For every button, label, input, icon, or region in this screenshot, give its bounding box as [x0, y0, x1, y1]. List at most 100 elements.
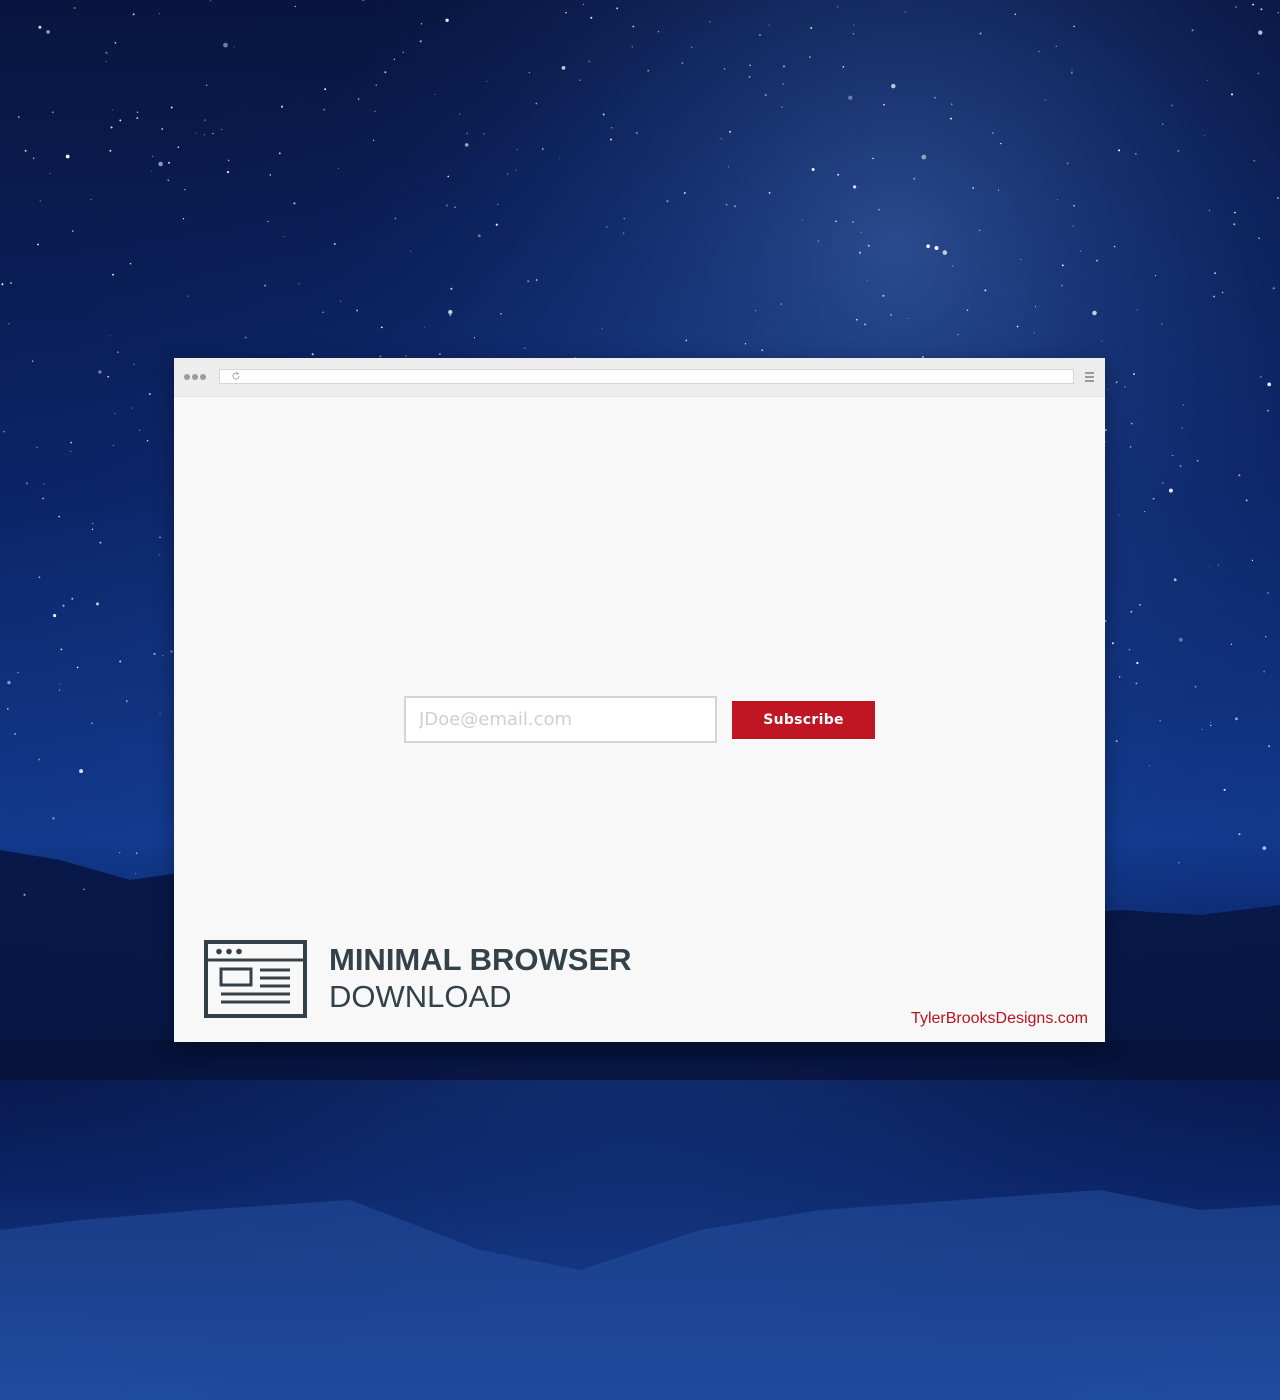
star [466, 132, 468, 134]
star [322, 311, 324, 314]
star [1095, 259, 1099, 262]
star [755, 310, 757, 312]
credit-link[interactable]: TylerBrooksDesigns.com [911, 1010, 1088, 1028]
star [168, 161, 171, 164]
star [1115, 381, 1118, 384]
star [71, 230, 74, 232]
star [516, 148, 518, 151]
star [1182, 404, 1185, 406]
star [858, 251, 862, 254]
star [609, 138, 613, 141]
star [38, 576, 41, 579]
star [588, 60, 591, 63]
star [582, 3, 585, 6]
star [837, 6, 839, 8]
star [90, 722, 93, 725]
star [161, 128, 164, 130]
star [38, 25, 42, 29]
star [1044, 99, 1046, 101]
star [1133, 373, 1135, 376]
star [7, 708, 9, 710]
star [1152, 497, 1155, 500]
star [1119, 676, 1121, 678]
star [602, 113, 605, 116]
star [7, 680, 11, 685]
star [58, 515, 60, 518]
star [727, 166, 730, 168]
star [1265, 635, 1267, 638]
star [446, 204, 448, 207]
star [374, 110, 376, 112]
star [114, 41, 117, 44]
star [723, 68, 726, 70]
star [159, 713, 161, 715]
star [1071, 69, 1073, 71]
star [934, 96, 937, 99]
star [1238, 833, 1241, 836]
star [119, 119, 122, 122]
star [957, 334, 959, 336]
star [635, 131, 638, 135]
star [483, 133, 485, 135]
star [473, 337, 476, 339]
star [495, 223, 498, 226]
star [1061, 264, 1064, 267]
reload-icon[interactable] [231, 371, 241, 381]
star [683, 192, 686, 194]
star [1, 283, 4, 286]
star [151, 170, 153, 172]
star [1257, 72, 1260, 75]
email-input[interactable] [404, 696, 717, 743]
star [904, 11, 906, 13]
hamburger-menu-icon[interactable] [1085, 372, 1094, 382]
star [1268, 745, 1270, 748]
star [725, 203, 728, 206]
star [1178, 637, 1183, 642]
star [768, 24, 770, 26]
three-dots-icon[interactable] [184, 374, 206, 380]
star [170, 106, 173, 109]
star [631, 46, 634, 48]
star [579, 79, 581, 81]
star [204, 119, 206, 122]
star [1230, 93, 1234, 96]
star [51, 111, 54, 114]
star [293, 202, 296, 205]
star [1267, 409, 1269, 412]
subscribe-button[interactable]: Subscribe [732, 701, 875, 739]
star [195, 132, 197, 134]
star [768, 192, 771, 194]
star [405, 355, 407, 357]
star [1277, 12, 1279, 14]
star [333, 243, 336, 246]
star [151, 155, 154, 158]
star [394, 217, 397, 220]
star [420, 23, 423, 25]
star [527, 280, 529, 282]
star [1245, 499, 1248, 502]
star [855, 318, 858, 321]
star [1136, 661, 1139, 665]
star [76, 666, 79, 669]
star [1171, 454, 1174, 457]
star [883, 103, 885, 106]
star [17, 672, 19, 674]
star [515, 169, 517, 171]
star [447, 175, 450, 178]
menu-line [1085, 380, 1094, 382]
star [1061, 284, 1063, 287]
star [129, 262, 132, 265]
star [685, 339, 688, 342]
star [808, 56, 811, 59]
address-bar[interactable] [219, 369, 1074, 384]
star [864, 323, 867, 326]
star [158, 13, 160, 15]
star [1235, 6, 1237, 8]
star [691, 46, 693, 48]
star [294, 5, 296, 8]
star [464, 143, 469, 147]
star [298, 283, 300, 285]
star [131, 407, 133, 409]
star [3, 430, 5, 433]
star [782, 83, 785, 85]
